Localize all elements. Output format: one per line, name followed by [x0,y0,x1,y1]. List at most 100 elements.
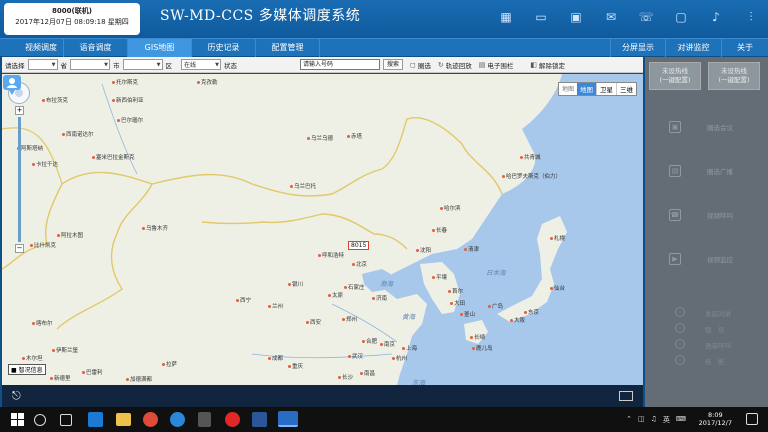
map-type-satellite[interactable]: 卫星 [597,83,617,95]
district-select[interactable]: ▼ [122,59,163,70]
tab-voice-dispatch[interactable]: 语音调度 [64,39,128,57]
city-name: 巴尔瑙尔 [121,118,144,124]
city-dot-icon [288,365,291,368]
chevron-up-icon[interactable]: ⌃ [626,415,632,425]
tab-gis-map[interactable]: GIS地图 [128,39,192,57]
city-dot-icon [550,287,553,290]
main-nav: 视频调度 语音调度 GIS地图 历史记录 配置管理 分屏显示 对讲监控 关于 [0,38,768,57]
tab-config[interactable]: 配置管理 [256,39,320,57]
city-name: 塞米巴拉金斯克 [96,155,135,161]
exit-icon[interactable]: ⎋ [12,389,26,403]
track-playback-tool[interactable]: ↻ 轨迹回放 [438,60,472,70]
image-icon[interactable]: ▣ [567,8,585,26]
video-monitor-button[interactable]: ▶ 视频监控 [645,249,768,269]
map-city-label: 新西伯利亚 [112,96,144,104]
city-dot-icon [307,137,310,140]
city-name: 广岛 [492,304,504,310]
volume-icon[interactable]: ♫ [651,415,657,425]
zoom-slider[interactable] [18,117,21,242]
tab-video-dispatch[interactable]: 视频调度 [19,39,64,57]
tab-split-screen[interactable]: 分屏显示 [610,39,666,57]
city-dot-icon [82,371,85,374]
tab-intercom-monitor[interactable]: 对讲监控 [666,39,722,57]
info-tag[interactable]: ■ 智况信息 [8,364,46,375]
city-dot-icon [142,227,145,230]
city-dot-icon [402,347,405,350]
city-dot-icon [416,249,419,252]
city-name: 南京 [384,342,396,348]
status-select[interactable]: 在线 ▼ [181,59,221,70]
map-type-switch: 地图 地图 卫星 三维 [557,82,637,96]
chrome-icon[interactable] [143,412,158,427]
number-search-input[interactable]: 请输入号码 [300,59,380,70]
video-call-button[interactable]: ☎ 视频呼叫 [645,205,768,225]
map-city-label: 西安 [306,318,321,326]
e-fence-tool[interactable]: ▤ 电子围栏 [479,60,514,70]
calculator-icon[interactable] [198,412,211,427]
circle-meeting-button[interactable]: ▣ 圈选会议 [645,117,768,137]
unlock-tool[interactable]: ◧ 解除锁定 [530,60,565,70]
voice-call-button[interactable]: 语音呼叫 [645,339,768,353]
equalizer-icon[interactable]: ⫶ [742,8,760,26]
edge-icon[interactable] [88,412,103,427]
map-sea-label: 渤海 [380,280,393,288]
city-dot-icon [347,135,350,138]
terminal-marker-icon[interactable] [2,74,22,96]
city-name: 呼和浩特 [322,253,345,259]
keyboard-layout-icon[interactable]: ⌨ [676,415,686,425]
unlock-label: 解除锁定 [538,61,565,70]
map-city-label: 广岛 [488,302,503,310]
ie-icon[interactable] [170,412,185,427]
file-explorer-icon[interactable] [116,413,131,426]
zoom-out-button[interactable]: − [15,244,24,253]
zoom-in-button[interactable]: + [15,106,24,115]
grid-icon[interactable]: ▦ [497,8,515,26]
hotline-button-2[interactable]: 未设热线 (一键配置) [708,62,760,90]
keyboard-icon[interactable] [619,391,633,401]
notification-icon[interactable] [746,413,758,425]
chat-icon[interactable]: ▢ [672,8,690,26]
circle-meeting-label: 圈选会议 [707,124,733,132]
city-name: 阿拉木图 [61,233,84,239]
tray-clock[interactable]: 8:09 2017/12/7 [699,411,732,427]
bell-icon[interactable]: ♪ [707,8,725,26]
mail-icon[interactable]: ✉ [602,8,620,26]
ime-indicator[interactable]: 英 [663,415,670,425]
netease-icon[interactable] [225,412,240,427]
circle-broadcast-button[interactable]: ▤ 圈选广播 [645,161,768,181]
terminal-marker-label[interactable]: 8015 [348,241,370,250]
phone-icon[interactable]: ☏ [637,8,655,26]
city-select[interactable]: ▼ [70,59,110,70]
tv-icon[interactable]: ▭ [532,8,550,26]
sw-app-icon[interactable] [278,411,298,427]
search-icon[interactable] [34,414,46,426]
map-sea-label: 日本海 [486,269,506,277]
network-icon[interactable]: ◫ [638,415,645,425]
city-dot-icon [488,305,491,308]
province-select[interactable]: ▼ [27,59,58,70]
word-icon[interactable] [252,412,267,427]
map-type-map[interactable]: 地图 [577,83,597,95]
start-intercom-button[interactable]: 发起对讲 [645,307,768,321]
windows-start-icon[interactable] [11,413,24,426]
tab-history[interactable]: 历史记录 [192,39,256,57]
map-city-label: 合肥 [362,337,377,345]
sms-button[interactable]: 短 信 [645,323,768,337]
tab-about[interactable]: 关于 [722,39,768,57]
circle-select-tool[interactable]: ◻ 圈选 [410,60,431,70]
task-view-icon[interactable] [60,414,72,426]
search-button[interactable]: 搜索 [383,59,404,70]
city-name: 长沙 [342,375,354,381]
map-type-3d[interactable]: 三维 [617,83,636,95]
map-city-label: 伊斯兰堡 [52,346,78,354]
circle-broadcast-label: 圈选广播 [707,168,733,176]
city-name: 南昌 [364,371,376,377]
hangup-button[interactable]: 挂 断 [645,355,768,369]
city-dot-icon [502,175,505,178]
city-name: 鹿儿岛 [476,346,493,352]
city-dot-icon [392,357,395,360]
city-name: 仙台 [554,286,566,292]
hotline-button-1[interactable]: 未设热线 (一键配置) [649,62,701,90]
gis-map[interactable]: 托尔斯克 克孜勒 乌兰乌德 赤塔 布拉茨克 新西伯利亚 巴尔瑙尔 西南诺达尔 阿斯塔纳 塞米巴拉金… [2,74,643,385]
map-city-label: 平壤 [432,273,447,281]
